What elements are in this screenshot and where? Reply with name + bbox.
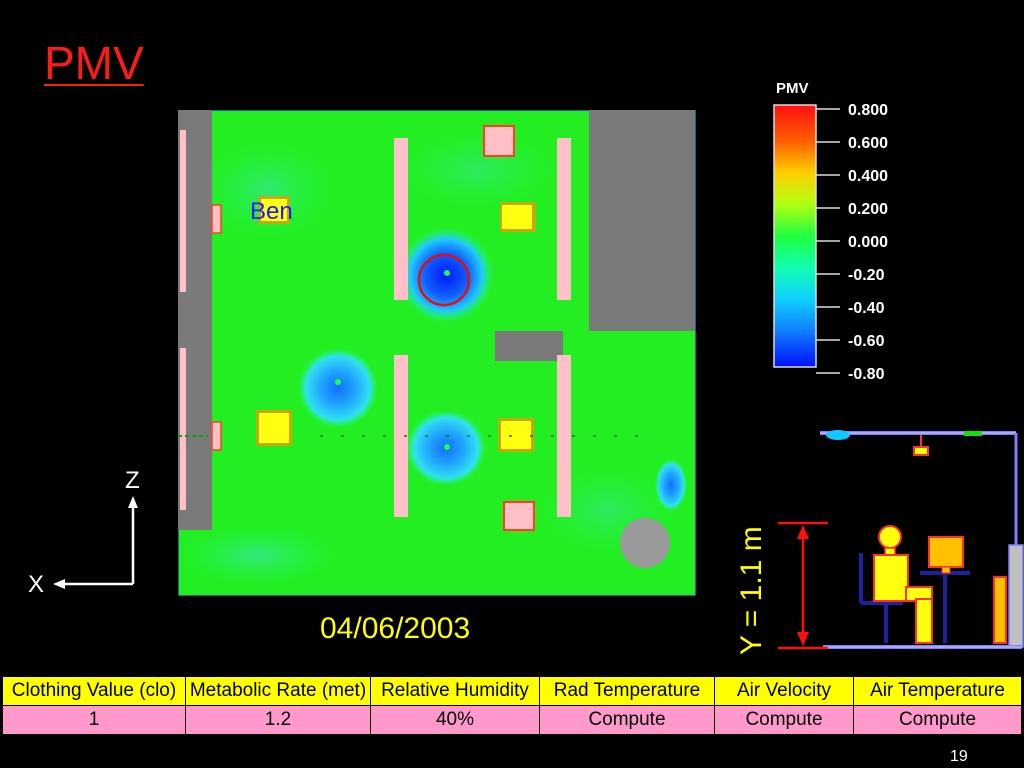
partition	[394, 138, 408, 300]
legend-tick-label: -0.40	[848, 300, 885, 317]
height-label: Y = 1.1 m	[735, 526, 768, 655]
wall-block-right	[589, 110, 695, 331]
header-clothing-value: Clothing Value (clo)	[2, 676, 186, 706]
file-cabinet	[993, 576, 1007, 644]
z-axis-label: Z	[125, 467, 140, 494]
heat-source-pink	[483, 125, 515, 157]
legend-tick-label: 0.400	[848, 168, 888, 185]
value-air-temperature: Compute	[853, 705, 1022, 735]
pmv-legend: PMV 0.800 0.600 0.400 0.200 0.000 -0.20 -0.40 -…	[773, 80, 888, 383]
header-relative-humidity: Relative Humidity	[370, 676, 540, 706]
header-air-temperature: Air Temperature	[853, 676, 1022, 706]
cold-zone	[298, 348, 378, 428]
heat-source-yellow	[502, 205, 532, 229]
legend-tick-label: 0.600	[848, 135, 888, 152]
value-clothing: 1	[2, 705, 186, 735]
computer-monitor	[928, 536, 964, 568]
legend-tick-label: -0.20	[848, 267, 885, 284]
pmv-floor-plan	[178, 110, 696, 596]
table-header-row: Clothing Value (clo) Metabolic Rate (met…	[2, 676, 1022, 706]
ceiling-diffuser	[826, 430, 850, 440]
slide-title: PMV	[44, 37, 144, 89]
occupant-marker	[444, 270, 450, 276]
value-metabolic-rate: 1.2	[185, 705, 371, 735]
occupant-marker	[335, 379, 341, 385]
person-neck	[884, 547, 896, 556]
heat-source-yellow	[259, 413, 289, 443]
heat-source-pink	[503, 501, 535, 531]
value-rad-temperature: Compute	[539, 705, 715, 735]
occupant-label: Ben	[250, 198, 293, 225]
partition	[557, 138, 571, 300]
person-torso	[873, 554, 909, 602]
wall-heater	[211, 204, 222, 234]
ceiling-vent	[964, 431, 982, 436]
table-row: 1 1.2 40% Compute Compute Compute	[2, 705, 1022, 735]
monitor-stand	[941, 566, 951, 574]
legend-tick-label: 0.200	[848, 201, 888, 218]
value-relative-humidity: 40%	[370, 705, 540, 735]
legend-tick-label: 0.000	[848, 234, 888, 251]
section-view	[778, 430, 1024, 650]
partition	[180, 348, 186, 510]
wall-heater	[211, 421, 222, 451]
column-block	[495, 331, 563, 361]
x-axis-label: X	[28, 571, 44, 598]
axis-indicator: Z X	[28, 467, 140, 598]
round-obstacle	[620, 518, 670, 568]
header-rad-temperature: Rad Temperature	[539, 676, 715, 706]
header-metabolic-rate: Metabolic Rate (met)	[185, 676, 371, 706]
occupant-marker	[444, 444, 450, 450]
person-head	[878, 525, 902, 549]
legend-tick-label: -0.60	[848, 333, 885, 350]
value-air-velocity: Compute	[714, 705, 854, 735]
page-number: 19	[950, 748, 968, 765]
heat-source-yellow	[501, 421, 531, 449]
partition	[557, 355, 571, 517]
x-axis-arrowhead	[53, 579, 65, 589]
z-axis-arrowhead	[128, 496, 138, 508]
cold-zone	[655, 459, 687, 511]
legend-tick-label: 0.800	[848, 102, 888, 119]
thermal-parameters-table: Clothing Value (clo) Metabolic Rate (met…	[2, 676, 1022, 735]
light-fixture	[913, 446, 929, 456]
date-label: 04/06/2003	[320, 612, 471, 645]
legend-color-bar	[773, 104, 817, 368]
person-leg	[915, 598, 933, 644]
legend-tick-label: -0.80	[848, 366, 885, 383]
legend-title: PMV	[776, 80, 809, 97]
header-air-velocity: Air Velocity	[714, 676, 854, 706]
partition	[180, 130, 186, 292]
wall-panel	[1008, 544, 1024, 648]
